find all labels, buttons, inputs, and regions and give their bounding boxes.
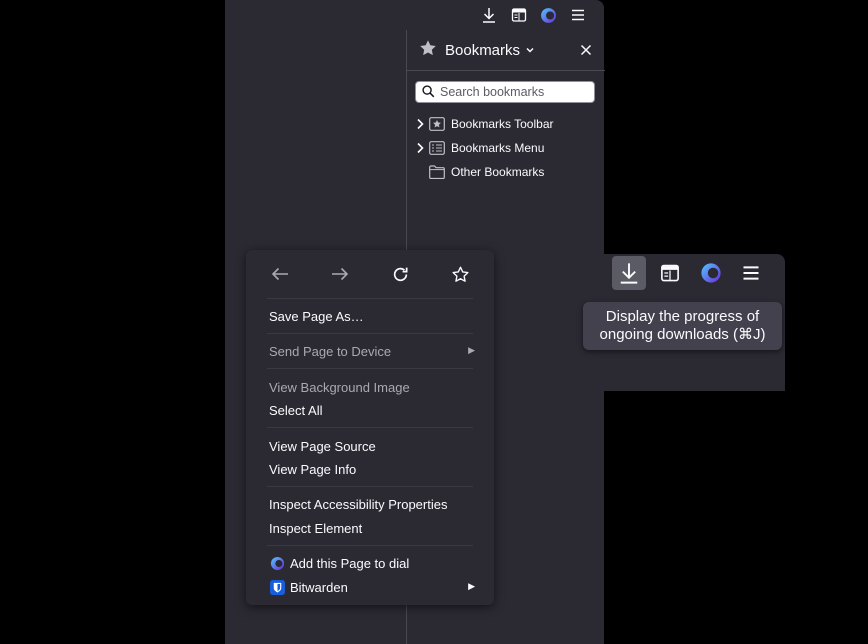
navigation-row bbox=[246, 250, 494, 298]
speed-dial-icon[interactable] bbox=[537, 4, 559, 26]
bookmark-star-icon[interactable] bbox=[448, 262, 472, 286]
sidebar-title: Bookmarks bbox=[445, 41, 521, 59]
view-background-image-item[interactable]: View Background Image bbox=[269, 376, 475, 398]
tree-item-other-bookmarks[interactable]: Other Bookmarks bbox=[407, 160, 605, 184]
toolbar bbox=[546, 254, 785, 292]
submenu-arrow-icon: ▶ bbox=[468, 581, 475, 591]
toolbar bbox=[225, 0, 604, 30]
separator bbox=[267, 333, 473, 334]
sidebar-icon[interactable] bbox=[508, 4, 530, 26]
search-field[interactable] bbox=[415, 81, 595, 103]
view-page-info-item[interactable]: View Page Info bbox=[269, 458, 475, 480]
bookmarks-tree: Bookmarks Toolbar Bookmarks Menu Other B… bbox=[407, 112, 605, 184]
tree-item-label: Bookmarks Menu bbox=[451, 141, 545, 155]
search-icon bbox=[422, 85, 435, 103]
speed-dial-icon bbox=[269, 555, 285, 571]
back-arrow-icon[interactable] bbox=[268, 262, 292, 286]
inspect-element-item[interactable]: Inspect Element bbox=[269, 517, 475, 539]
chevron-right-icon[interactable] bbox=[413, 118, 427, 130]
sidebar-switcher[interactable]: Bookmarks bbox=[419, 39, 535, 62]
forward-arrow-icon[interactable] bbox=[328, 262, 352, 286]
reload-icon[interactable] bbox=[388, 262, 412, 286]
add-to-dial-item[interactable]: Add this Page to dial bbox=[269, 552, 475, 574]
menu-icon[interactable] bbox=[734, 256, 768, 290]
inspect-accessibility-item[interactable]: Inspect Accessibility Properties bbox=[269, 493, 475, 515]
separator bbox=[267, 545, 473, 546]
separator bbox=[267, 298, 473, 299]
tree-item-label: Other Bookmarks bbox=[451, 165, 545, 179]
menu-item-label: Add this Page to dial bbox=[290, 555, 410, 571]
downloads-tooltip: Display the progress of ongoing download… bbox=[583, 302, 782, 350]
chevron-right-icon[interactable] bbox=[413, 142, 427, 154]
separator bbox=[267, 427, 473, 428]
separator bbox=[267, 486, 473, 487]
separator bbox=[267, 368, 473, 369]
submenu-arrow-icon: ▶ bbox=[468, 345, 475, 355]
speed-dial-icon[interactable] bbox=[694, 256, 728, 290]
tree-item-bookmarks-menu[interactable]: Bookmarks Menu bbox=[407, 136, 605, 160]
save-page-as-item[interactable]: Save Page As… bbox=[269, 305, 475, 327]
sidebar-header: Bookmarks bbox=[407, 30, 605, 71]
tree-item-label: Bookmarks Toolbar bbox=[451, 117, 554, 131]
chevron-down-icon bbox=[525, 45, 535, 55]
menu-icon[interactable] bbox=[567, 4, 589, 26]
bitwarden-item[interactable]: Bitwarden ▶ bbox=[269, 576, 475, 598]
close-icon[interactable] bbox=[575, 39, 597, 61]
tree-item-bookmarks-toolbar[interactable]: Bookmarks Toolbar bbox=[407, 112, 605, 136]
bookmarks-toolbar-icon bbox=[429, 117, 447, 131]
bookmarks-menu-icon bbox=[429, 141, 447, 155]
toolbar-zoom-panel: Display the progress of ongoing download… bbox=[546, 254, 785, 391]
context-menu: Save Page As… Send Page to Device ▶ View… bbox=[246, 250, 494, 605]
menu-item-label: Bitwarden bbox=[290, 579, 348, 595]
menu-item-label: Send Page to Device bbox=[269, 343, 392, 359]
select-all-item[interactable]: Select All bbox=[269, 399, 475, 421]
downloads-icon[interactable] bbox=[612, 256, 646, 290]
search-input[interactable] bbox=[440, 83, 588, 101]
bitwarden-icon bbox=[269, 579, 285, 595]
downloads-icon[interactable] bbox=[478, 4, 500, 26]
view-page-source-item[interactable]: View Page Source bbox=[269, 435, 475, 457]
folder-icon bbox=[429, 165, 447, 179]
star-icon bbox=[419, 39, 437, 62]
sidebar-icon[interactable] bbox=[653, 256, 687, 290]
send-page-to-device-item[interactable]: Send Page to Device ▶ bbox=[269, 340, 475, 362]
